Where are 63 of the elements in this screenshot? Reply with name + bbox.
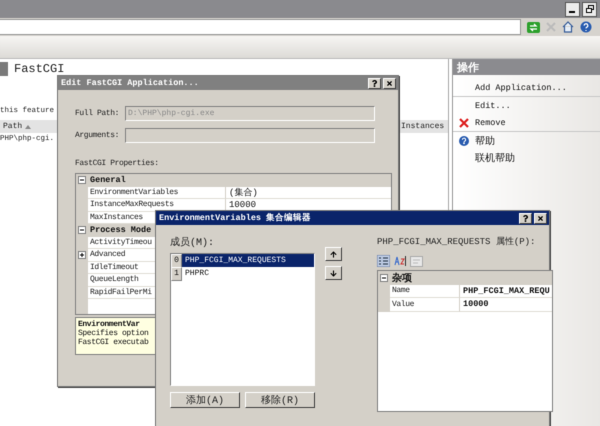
members-list[interactable]: 0 PHP_FCGI_MAX_REQUESTS 1 PHPRC <box>170 253 315 386</box>
description-title: EnvironmentVar <box>78 320 140 329</box>
actions-header: 操作 <box>453 59 600 75</box>
minimize-button[interactable] <box>565 2 580 16</box>
dialog-title: Edit FastCGI Application... <box>61 78 199 88</box>
remove-button[interactable]: 移除(R) <box>245 392 315 408</box>
help-icon <box>459 136 469 146</box>
restore-button[interactable] <box>582 2 597 16</box>
category-label: 杂项 <box>390 271 552 285</box>
field-label: Arguments: <box>75 131 120 140</box>
expand-icon[interactable] <box>78 251 86 260</box>
address-field[interactable] <box>0 19 521 35</box>
action-link[interactable]: 联机帮助 <box>453 149 600 166</box>
property-value[interactable]: 10000 <box>460 298 552 312</box>
close-icon <box>537 214 544 222</box>
help-button[interactable] <box>519 212 532 224</box>
move-up-button[interactable] <box>325 247 342 261</box>
remove-icon <box>459 118 469 128</box>
action-link[interactable]: Edit... <box>453 96 600 114</box>
question-mark-icon <box>522 214 529 222</box>
properties-label: PHP_FCGI_MAX_REQUESTS 属性(P): <box>377 236 536 248</box>
property-name[interactable]: Value <box>390 298 460 312</box>
feature-icon <box>0 62 8 76</box>
description-text: FastCGI executab <box>78 338 148 347</box>
column-header[interactable]: Instances <box>398 122 448 131</box>
action-link[interactable]: 帮助 <box>453 131 600 149</box>
dialog-title: EnvironmentVariables 集合编辑器 <box>159 212 312 224</box>
grid-margin <box>378 298 390 312</box>
members-label: 成员(M): <box>170 236 216 249</box>
question-mark-icon <box>371 80 378 86</box>
collapse-icon[interactable] <box>380 274 388 282</box>
close-button[interactable] <box>534 212 547 224</box>
column-header[interactable]: Path <box>0 122 140 131</box>
restore-icon <box>586 5 594 13</box>
action-link[interactable]: Add Application... <box>453 79 600 96</box>
field-label: Full Path: <box>75 109 120 118</box>
home-icon[interactable] <box>562 21 574 33</box>
category-label: General <box>88 174 391 186</box>
property-name[interactable]: Name <box>390 284 460 298</box>
collapse-icon[interactable] <box>78 176 86 184</box>
up-arrow-icon <box>330 250 337 258</box>
action-link[interactable]: Remove <box>453 114 600 131</box>
page-title: FastCGI <box>14 62 64 76</box>
add-button[interactable]: 添加(A) <box>170 392 240 408</box>
help-icon[interactable] <box>580 21 592 33</box>
close-icon <box>386 80 393 86</box>
property-value[interactable]: PHP_FCGI_MAX_REQU <box>460 284 552 298</box>
member-item[interactable]: PHP_FCGI_MAX_REQUESTS <box>182 254 314 267</box>
sort-alpha-icon[interactable] <box>393 255 407 267</box>
collapse-icon[interactable] <box>78 226 86 234</box>
property-name[interactable]: EnvironmentVariables <box>88 186 226 199</box>
description-text: Specifies option <box>78 329 148 338</box>
categorized-icon[interactable] <box>377 255 390 267</box>
index-cell: 1 <box>171 266 182 280</box>
help-button[interactable] <box>368 78 381 88</box>
arguments-field[interactable] <box>125 128 375 143</box>
property-value[interactable]: (集合) <box>226 186 391 199</box>
refresh-icon[interactable] <box>527 22 540 32</box>
index-cell: 0 <box>171 254 182 268</box>
section-label: FastCGI Properties: <box>75 159 159 168</box>
close-button[interactable] <box>383 78 396 88</box>
move-down-button[interactable] <box>325 266 342 280</box>
down-arrow-icon <box>330 270 337 276</box>
